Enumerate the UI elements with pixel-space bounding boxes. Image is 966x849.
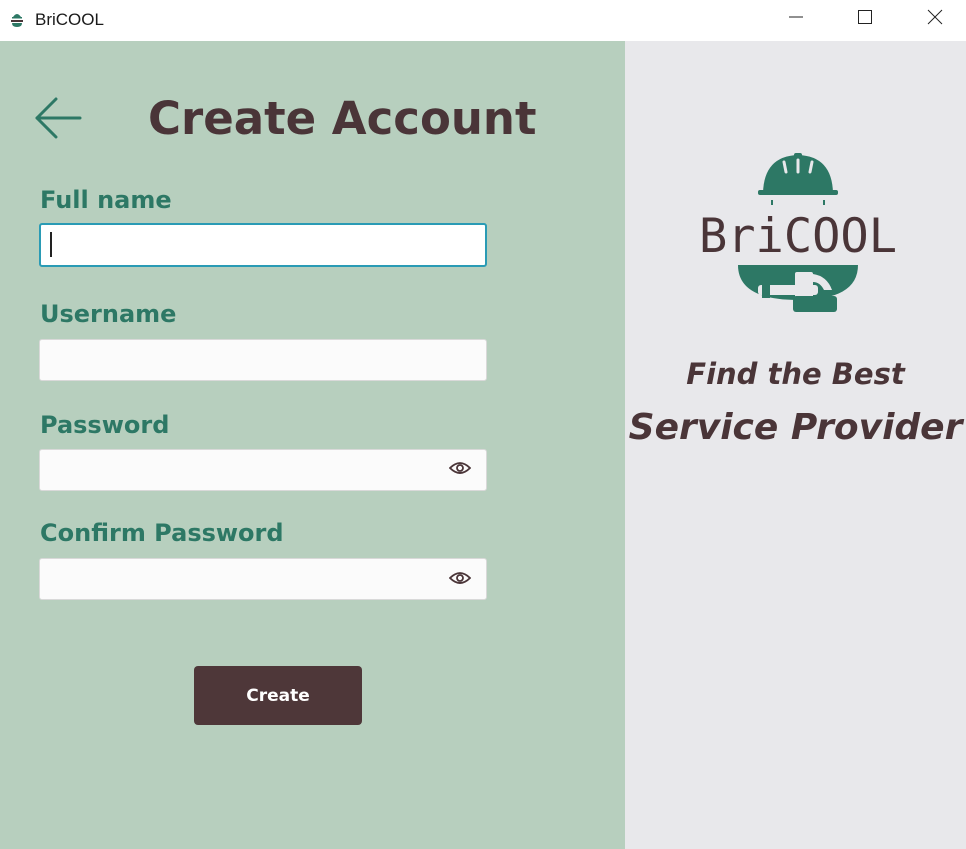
tagline-line-2: Service Provider — [628, 407, 963, 448]
form-panel — [0, 41, 625, 849]
minimize-icon — [788, 9, 804, 30]
window-title: BriCOOL — [35, 10, 104, 29]
page-title: Create Account — [148, 92, 537, 145]
confirm-password-field[interactable] — [39, 558, 487, 600]
back-button[interactable] — [34, 96, 82, 140]
password-field[interactable] — [39, 449, 487, 491]
close-button[interactable] — [912, 0, 958, 38]
confirm-password-visibility-toggle[interactable] — [448, 571, 472, 589]
text-caret — [50, 232, 52, 257]
username-label: Username — [40, 300, 177, 328]
svg-text:BriCOOL: BriCOOL — [699, 209, 897, 264]
password-label: Password — [40, 411, 170, 439]
back-arrow-icon — [34, 97, 82, 144]
full-name-label: Full name — [40, 186, 172, 214]
minimize-button[interactable] — [773, 0, 819, 38]
app-icon — [9, 10, 25, 28]
password-visibility-toggle[interactable] — [448, 461, 472, 479]
maximize-icon — [857, 9, 873, 30]
eye-icon — [448, 460, 472, 481]
bricool-logo: BriCOOL — [694, 152, 902, 317]
full-name-field[interactable] — [39, 223, 487, 267]
tagline-line-1: Find the Best — [686, 357, 905, 391]
eye-icon — [448, 570, 472, 591]
close-icon — [927, 9, 943, 30]
title-bar: BriCOOL — [0, 0, 966, 41]
create-button[interactable]: Create — [194, 666, 362, 725]
maximize-button[interactable] — [842, 0, 888, 38]
username-field[interactable] — [39, 339, 487, 381]
confirm-password-label: Confirm Password — [40, 519, 284, 547]
